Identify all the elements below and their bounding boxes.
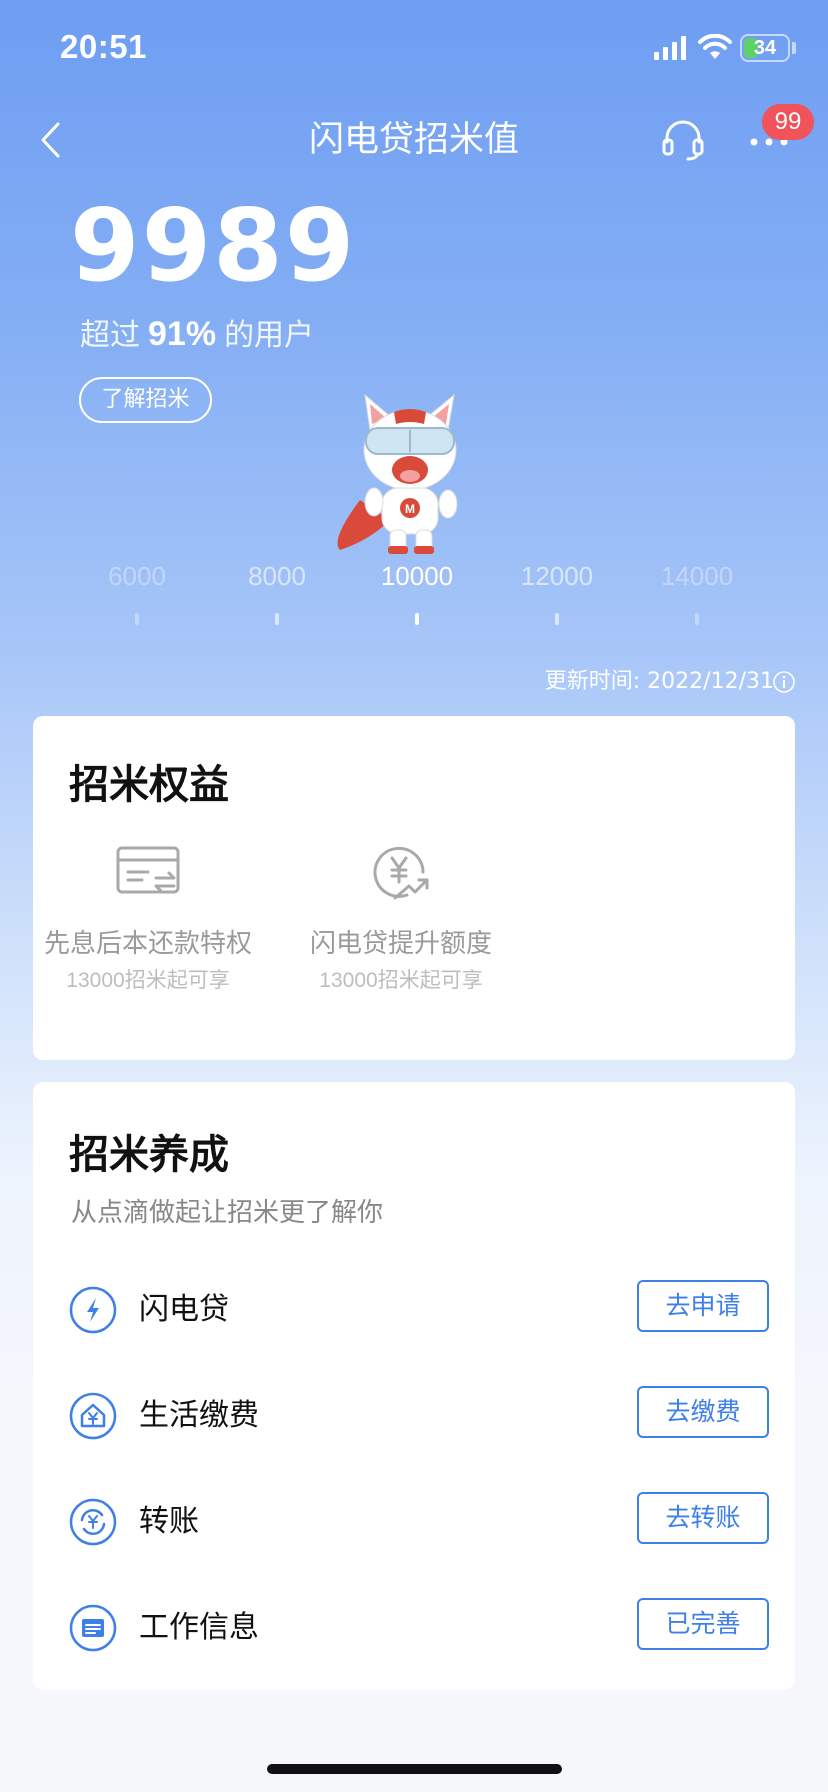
scale-tick-mark [275,613,279,625]
benefit-name: 闪电贷提升额度 [309,929,492,959]
benefit-requirement: 13000招米起可享 [66,969,230,992]
battery-cap [792,42,796,54]
percentile-text: 超过 91% 的用户 [80,314,314,356]
percentile-value: 91% [148,315,217,353]
update-time: 更新时间: 2022/12/31 [544,669,774,694]
wifi-icon [698,34,732,59]
score-value: 9989 [70,187,357,304]
scale-tick-label: 8000 [248,561,306,591]
pay-button[interactable]: 去缴费 [637,1386,769,1438]
completed-button[interactable]: 已完善 [637,1598,769,1650]
headset-icon[interactable] [660,116,706,162]
benefits-card: 招米权益 先息后本还款特权 13000招米起可享 闪电贷提升额度 13000招米… [33,716,795,1060]
percentile-prefix: 超过 [80,318,140,353]
card-transfer-icon [116,846,180,894]
scale-tick-mark [695,613,699,625]
transfer-yuan-icon [69,1498,117,1546]
growth-subtitle: 从点滴做起让招米更了解你 [71,1198,384,1228]
battery-icon: 34 [740,34,790,62]
benefit-item-interest-first[interactable]: 先息后本还款特权 13000招米起可享 [33,836,263,996]
benefits-title: 招米权益 [69,762,229,808]
yuan-increase-icon [373,846,429,900]
benefit-name: 先息后本还款特权 [43,929,252,959]
mascot-cat-illustration: M [337,393,458,554]
apply-button[interactable]: 去申请 [637,1280,769,1332]
scale-tick-mark [135,613,139,625]
house-yuan-icon [69,1392,117,1440]
task-name: 闪电贷 [139,1292,229,1327]
benefit-requirement: 13000招米起可享 [319,969,483,992]
task-name: 工作信息 [139,1610,259,1645]
status-time: 20:51 [60,28,147,65]
growth-card: 招米养成 从点滴做起让招米更了解你 闪电贷 去申请 生活缴费 去缴费 转账 去转… [33,1082,795,1690]
task-row-work-info: 工作信息 已完善 [69,1598,769,1658]
benefit-item-limit-increase[interactable]: 闪电贷提升额度 13000招米起可享 [286,836,516,996]
scale-tick-label: 12000 [520,561,594,591]
scale-tick-label: 14000 [660,561,734,591]
home-indicator [267,1764,562,1774]
status-bar: 20:51 34 [0,0,828,100]
learn-more-button[interactable]: 了解招米 [79,377,212,423]
transfer-button[interactable]: 去转账 [637,1492,769,1544]
task-row-loan: 闪电贷 去申请 [69,1280,769,1340]
scale-tick-mark [555,613,559,625]
score-scale: 6000 8000 10000 12000 14000 [0,555,828,635]
task-row-transfer: 转账 去转账 [69,1492,769,1552]
scale-tick-label: 6000 [108,561,166,591]
svg-text:M: M [405,502,415,516]
scale-tick-mark [415,613,419,625]
battery-text: 34 [753,37,777,59]
task-name: 生活缴费 [139,1398,259,1433]
percentile-suffix: 的用户 [224,318,315,353]
info-icon[interactable] [772,670,796,694]
lightning-icon [69,1286,117,1334]
task-row-bill-payment: 生活缴费 去缴费 [69,1386,769,1446]
scale-tick-label: 10000 [380,561,454,591]
cellular-signal-icon [654,36,686,60]
growth-title: 招米养成 [69,1132,229,1178]
id-card-icon [69,1604,117,1652]
notification-badge: 99 [762,104,814,140]
task-name: 转账 [139,1504,199,1539]
